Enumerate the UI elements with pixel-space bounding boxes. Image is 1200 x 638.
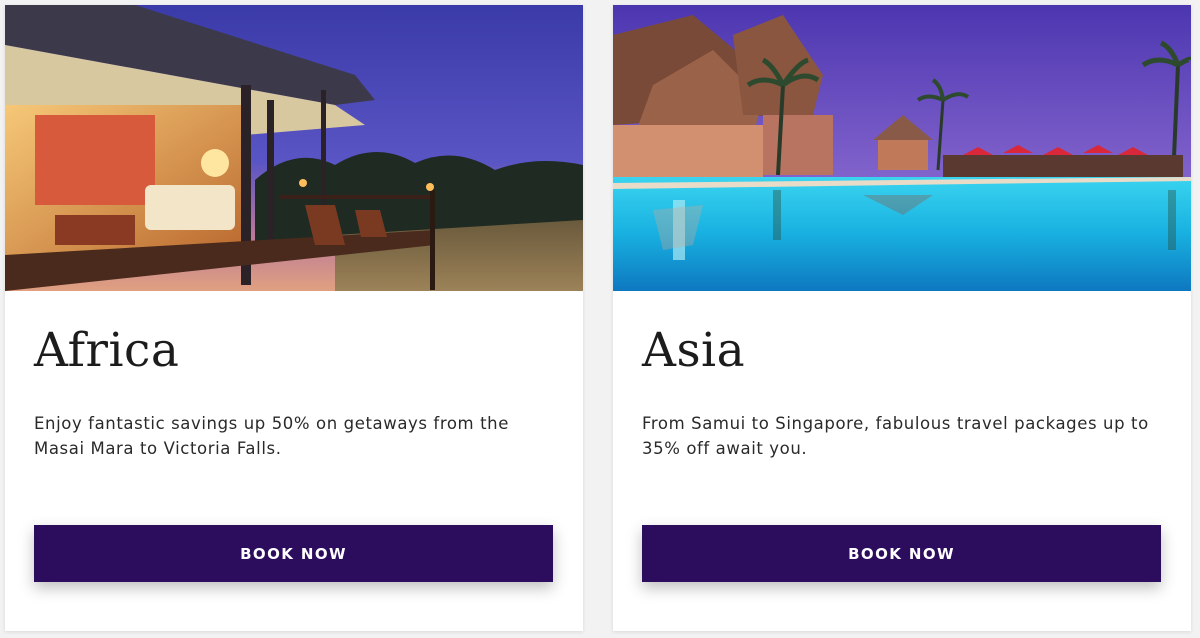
africa-safari-lodge-image (5, 5, 583, 291)
book-now-button[interactable]: BOOK NOW (642, 525, 1161, 582)
card-description: Enjoy fantastic savings up 50% on getawa… (34, 414, 509, 458)
book-now-button[interactable]: BOOK NOW (34, 525, 553, 582)
asia-resort-pool-image (613, 5, 1191, 291)
card-description: From Samui to Singapore, fabulous travel… (642, 414, 1149, 458)
card-title: Africa (34, 323, 180, 378)
card-title: Asia (642, 323, 746, 378)
destination-card-africa: Africa Enjoy fantastic savings up 50% on… (5, 5, 583, 631)
destination-card-asia: Asia From Samui to Singapore, fabulous t… (613, 5, 1191, 631)
